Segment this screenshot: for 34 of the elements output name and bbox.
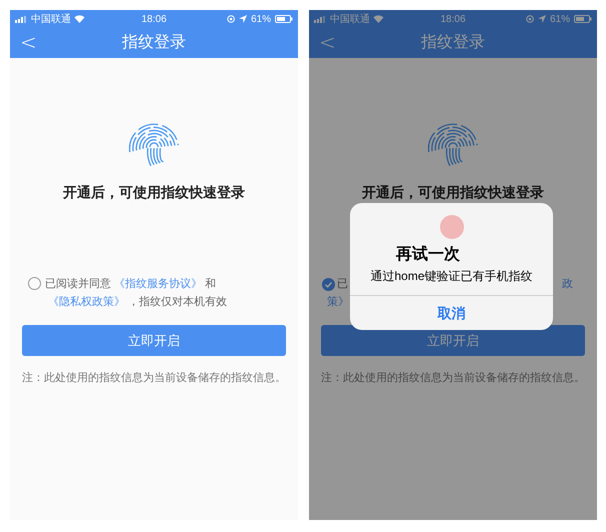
location-arrow-icon xyxy=(238,15,247,23)
signal-icon xyxy=(15,16,28,22)
page-title: 指纹登录 xyxy=(122,33,186,53)
battery-icon xyxy=(574,15,592,23)
battery-percent: 61% xyxy=(250,12,271,26)
unchecked-checkbox[interactable] xyxy=(28,277,41,290)
feature-description: 开通后，可使用指纹快速登录 xyxy=(361,183,545,202)
carrier-name: 中国联通 xyxy=(330,12,370,26)
wifi-icon xyxy=(74,15,85,23)
back-button[interactable]: < xyxy=(20,31,37,53)
checked-checkbox[interactable] xyxy=(322,278,335,290)
battery-icon xyxy=(275,15,293,23)
carrier-name: 中国联通 xyxy=(31,12,71,26)
note-text: 注：此处使用的指纹信息为当前设备储存的指纹信息。 xyxy=(321,370,585,386)
rotation-lock-icon xyxy=(226,15,235,23)
back-button[interactable]: < xyxy=(319,31,336,53)
agreement-link[interactable]: 《隐私权政策》 xyxy=(48,296,125,308)
clock-time: 18:06 xyxy=(440,12,466,26)
dialog-title: 再试一次 xyxy=(396,244,460,265)
rotation-lock-icon xyxy=(526,15,534,23)
wifi-icon xyxy=(373,15,384,23)
agreement-link[interactable]: 策》 xyxy=(327,296,349,308)
agreement-text: 已 xyxy=(337,277,348,292)
agreement-link[interactable]: 《指纹服务协议》 xyxy=(114,278,202,290)
enable-button[interactable]: 立即开启 xyxy=(22,325,286,356)
page-title: 指纹登录 xyxy=(421,33,485,53)
clock-time: 18:06 xyxy=(141,12,167,26)
location-arrow-icon xyxy=(538,15,546,23)
battery-percent: 61% xyxy=(550,12,570,26)
agreement-text: 已阅读并同意 《指纹服务协议》 和 《隐私权政策》 ，指纹仅对本机有效 xyxy=(45,276,228,310)
feature-description: 开通后，可使用指纹快速登录 xyxy=(62,183,246,202)
agreement-link[interactable]: 政 xyxy=(562,275,573,293)
dialog-message: 通过home键验证已有手机指纹 xyxy=(370,268,533,285)
note-text: 注：此处使用的指纹信息为当前设备储存的指纹信息。 xyxy=(22,370,286,386)
